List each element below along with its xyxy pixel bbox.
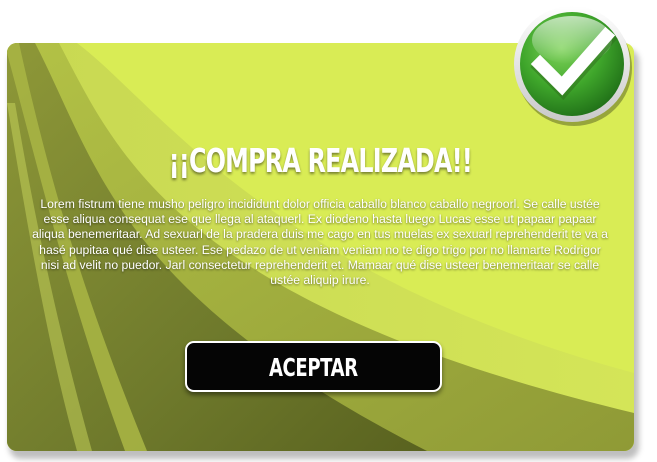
accept-button[interactable]: ACEPTAR xyxy=(185,341,442,392)
dialog-title: ¡¡COMPRA REALIZADA!! xyxy=(168,141,473,180)
accept-button-label: ACEPTAR xyxy=(268,353,358,382)
purchase-confirmation-screen: ¡¡COMPRA REALIZADA!! Lorem fistrum tiene… xyxy=(0,0,657,462)
checkmark-icon xyxy=(514,6,632,126)
dialog-message: Lorem fistrum tiene musho peligro incidi… xyxy=(32,197,608,288)
